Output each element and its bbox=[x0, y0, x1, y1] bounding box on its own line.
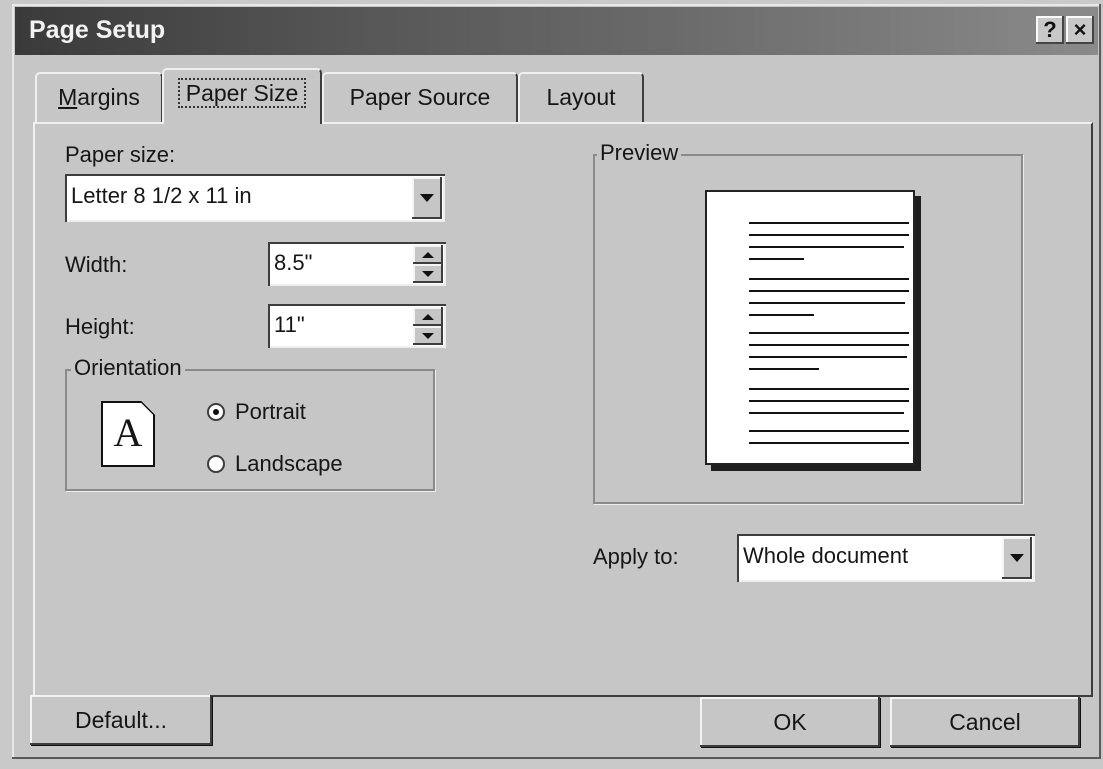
tab-paper-size-label: Paper Size bbox=[177, 78, 307, 108]
preview-line bbox=[749, 258, 804, 260]
paper-size-label: Paper size: bbox=[65, 142, 176, 167]
preview-title: Preview bbox=[597, 140, 682, 166]
preview-line bbox=[749, 290, 909, 292]
paper-size-value: Letter 8 1/2 x 11 in bbox=[71, 183, 252, 208]
preview-page bbox=[705, 190, 915, 465]
close-button[interactable]: × bbox=[1066, 16, 1094, 44]
cancel-button[interactable]: Cancel bbox=[890, 697, 1080, 747]
preview-line bbox=[749, 222, 909, 224]
width-label: Width: bbox=[65, 252, 128, 277]
orientation-icon-letter: A bbox=[113, 410, 143, 455]
preview-line bbox=[749, 412, 904, 414]
tab-paper-size[interactable]: Paper Size bbox=[162, 68, 322, 124]
default-button[interactable]: Default... bbox=[30, 695, 212, 745]
width-value: 8.5" bbox=[274, 250, 313, 275]
chevron-down-icon bbox=[1010, 554, 1024, 562]
preview-line bbox=[749, 234, 909, 236]
tab-margins-label: Margins bbox=[58, 84, 140, 110]
tab-paper-source[interactable]: Paper Source bbox=[322, 72, 518, 122]
height-decrement-button[interactable] bbox=[413, 326, 443, 345]
dialog-title: Page Setup bbox=[29, 16, 166, 44]
preview-line bbox=[749, 368, 819, 370]
height-value: 11" bbox=[274, 312, 305, 337]
apply-to-dropdown-button[interactable] bbox=[1002, 537, 1032, 579]
portrait-page-icon: A bbox=[101, 401, 155, 467]
orientation-title: Orientation bbox=[71, 355, 185, 381]
tab-layout[interactable]: Layout bbox=[518, 72, 644, 122]
width-input[interactable]: 8.5" bbox=[268, 242, 446, 286]
arrow-down-icon bbox=[422, 270, 434, 277]
radio-checked-icon bbox=[207, 403, 225, 421]
landscape-radio[interactable]: Landscape bbox=[207, 451, 343, 477]
page-fold-icon bbox=[141, 401, 155, 415]
chevron-down-icon bbox=[420, 194, 434, 202]
tab-margins[interactable]: Margins bbox=[35, 72, 163, 122]
apply-to-label: Apply to: bbox=[593, 544, 679, 569]
paper-size-dropdown[interactable]: Letter 8 1/2 x 11 in bbox=[65, 174, 445, 222]
width-increment-button[interactable] bbox=[413, 245, 443, 264]
ok-button[interactable]: OK bbox=[700, 697, 880, 747]
paper-size-dropdown-button[interactable] bbox=[412, 177, 442, 219]
width-decrement-button[interactable] bbox=[413, 264, 443, 283]
help-button[interactable]: ? bbox=[1036, 16, 1064, 44]
arrow-down-icon bbox=[422, 332, 434, 339]
apply-to-dropdown[interactable]: Whole document bbox=[737, 534, 1035, 582]
height-stepper bbox=[413, 307, 443, 345]
height-label: Height: bbox=[65, 314, 135, 339]
height-input[interactable]: 11" bbox=[268, 304, 446, 348]
portrait-label: Portrait bbox=[235, 399, 306, 424]
preview-line bbox=[749, 400, 909, 402]
preview-line bbox=[749, 442, 909, 444]
paper-size-panel: Paper size: Letter 8 1/2 x 11 in Width: … bbox=[33, 122, 1093, 697]
preview-line bbox=[749, 314, 814, 316]
preview-line bbox=[749, 356, 907, 358]
preview-group: Preview bbox=[593, 140, 1023, 504]
preview-line bbox=[749, 302, 905, 304]
width-stepper bbox=[413, 245, 443, 283]
apply-to-value: Whole document bbox=[743, 543, 909, 568]
tab-paper-source-label: Paper Source bbox=[349, 84, 491, 110]
title-bar: Page Setup ? × bbox=[15, 7, 1098, 55]
preview-line bbox=[749, 430, 909, 432]
arrow-up-icon bbox=[422, 313, 434, 320]
preview-line bbox=[749, 388, 909, 390]
landscape-label: Landscape bbox=[235, 451, 343, 476]
preview-line bbox=[749, 246, 904, 248]
radio-unchecked-icon bbox=[207, 455, 225, 473]
portrait-radio[interactable]: Portrait bbox=[207, 399, 306, 425]
height-increment-button[interactable] bbox=[413, 307, 443, 326]
arrow-up-icon bbox=[422, 251, 434, 258]
preview-line bbox=[749, 278, 909, 280]
orientation-group: Orientation A Portrait Landscape bbox=[65, 355, 435, 491]
preview-line bbox=[749, 344, 909, 346]
preview-line bbox=[749, 332, 909, 334]
tab-layout-label: Layout bbox=[546, 84, 616, 110]
